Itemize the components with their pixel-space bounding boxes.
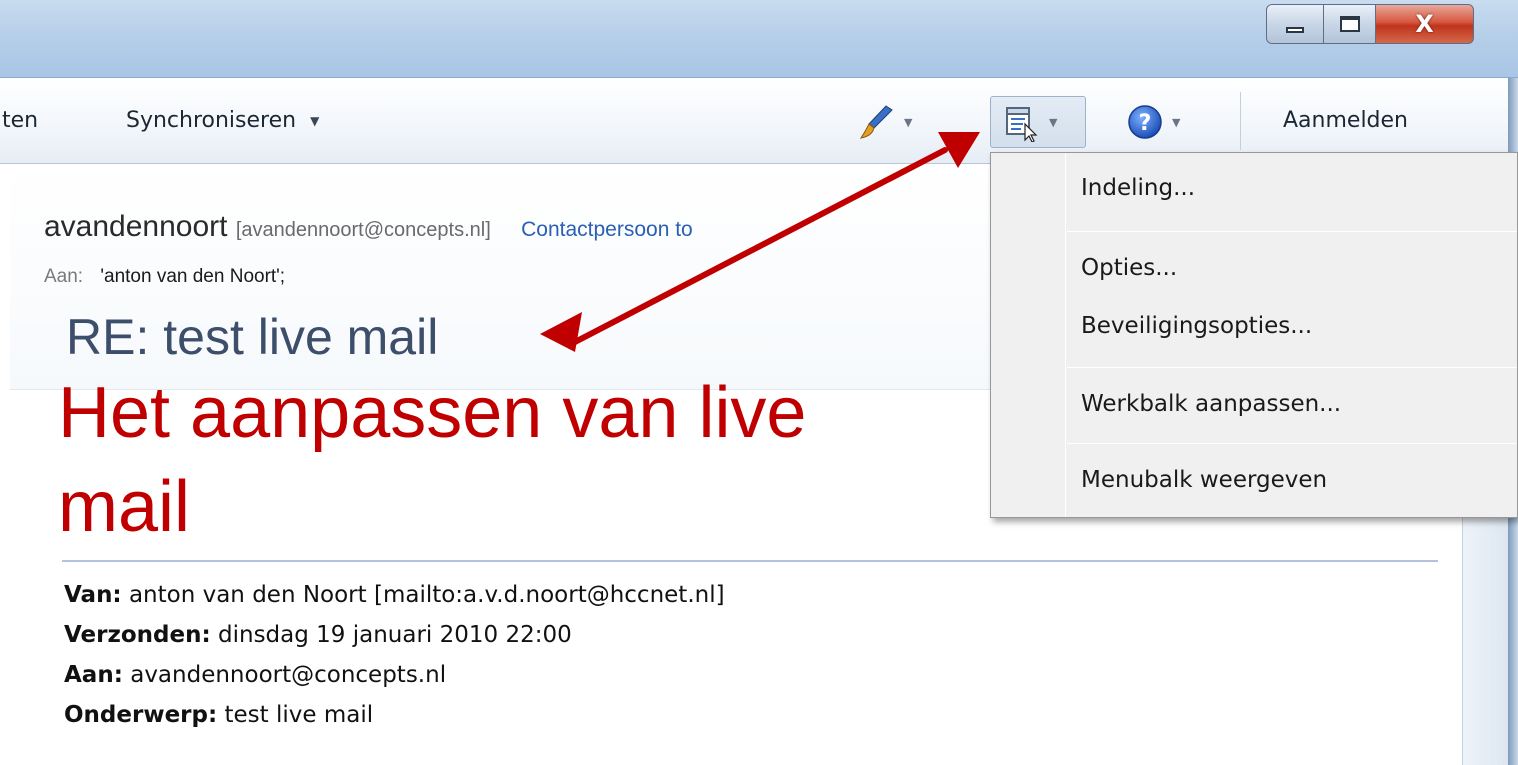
- quoted-from: Van: anton van den Noort [mailto:a.v.d.n…: [64, 582, 725, 608]
- menu-item-indeling[interactable]: Indeling...: [1081, 175, 1195, 201]
- toolbar-item-partial[interactable]: ten: [2, 108, 38, 133]
- quoted-to: Aan: avandennoort@concepts.nl: [64, 662, 446, 688]
- body-heading: Het aanpassen van live mail: [58, 373, 807, 547]
- add-contact-link[interactable]: Contactpersoon to: [521, 218, 693, 241]
- toolbar-separator: [1240, 92, 1241, 150]
- maximize-button[interactable]: [1324, 4, 1376, 44]
- sync-label: Synchroniseren: [126, 108, 297, 133]
- paintbrush-icon: [859, 105, 893, 139]
- quoted-sent-value: dinsdag 19 januari 2010 22:00: [218, 622, 572, 648]
- quoted-to-label: Aan:: [64, 662, 123, 688]
- menu-item-security-options[interactable]: Beveiligingsopties...: [1081, 313, 1312, 339]
- dropdown-arrow-icon: ▼: [1049, 115, 1058, 129]
- quoted-subject: Onderwerp: test live mail: [64, 702, 373, 728]
- menu-separator: [1067, 231, 1517, 232]
- window-controls: X: [1266, 4, 1474, 48]
- theme-button[interactable]: ▼: [856, 96, 912, 148]
- recipient-label: Aan:: [44, 266, 84, 287]
- dropdown-arrow-icon: ▼: [1172, 115, 1181, 129]
- layout-menu-button[interactable]: ▼: [990, 96, 1086, 148]
- help-button[interactable]: ? ▼: [1126, 96, 1180, 148]
- quoted-from-value: anton van den Noort [mailto:a.v.d.noort@…: [128, 582, 725, 608]
- quoted-subject-label: Onderwerp:: [64, 702, 218, 728]
- quote-divider: [62, 560, 1438, 562]
- sender-name: avandennoort: [44, 210, 228, 243]
- menu-item-opties[interactable]: Opties...: [1081, 255, 1177, 281]
- quoted-to-value: avandennoort@concepts.nl: [130, 662, 447, 688]
- layout-menu-icon: [1006, 107, 1038, 142]
- minimize-button[interactable]: [1266, 4, 1324, 44]
- close-icon: X: [1415, 10, 1434, 38]
- menu-item-customize-toolbar[interactable]: Werkbalk aanpassen...: [1081, 391, 1341, 417]
- recipient-value: 'anton van den Noort';: [100, 266, 286, 287]
- layout-dropdown-menu: Indeling... Opties... Beveiligingsopties…: [990, 152, 1518, 518]
- svg-text:?: ?: [1139, 111, 1152, 136]
- message-subject: RE: test live mail: [66, 309, 439, 365]
- signin-button[interactable]: Aanmelden: [1283, 108, 1408, 133]
- menu-separator: [1067, 443, 1517, 444]
- menu-gutter: [1065, 153, 1066, 517]
- minimize-icon: [1286, 27, 1304, 33]
- maximize-icon: [1339, 16, 1360, 32]
- dropdown-arrow-icon: ▼: [904, 115, 913, 129]
- menu-separator: [1067, 367, 1517, 368]
- quoted-from-label: Van:: [64, 582, 122, 608]
- quoted-subject-value: test live mail: [224, 702, 374, 728]
- sender-line: avandennoort [avandennoort@concepts.nl] …: [44, 210, 693, 244]
- help-icon: ?: [1128, 105, 1162, 139]
- sender-email: [avandennoort@concepts.nl]: [235, 219, 491, 241]
- close-button[interactable]: X: [1376, 4, 1474, 44]
- recipient-line: Aan: 'anton van den Noort';: [44, 266, 285, 288]
- quoted-sent: Verzonden: dinsdag 19 januari 2010 22:00: [64, 622, 572, 648]
- sync-button[interactable]: Synchroniseren ▼: [126, 108, 319, 133]
- menu-item-show-menubar[interactable]: Menubalk weergeven: [1081, 467, 1327, 493]
- quoted-sent-label: Verzonden:: [64, 622, 211, 648]
- dropdown-arrow-icon: ▼: [310, 114, 320, 128]
- title-bar: X: [0, 0, 1518, 78]
